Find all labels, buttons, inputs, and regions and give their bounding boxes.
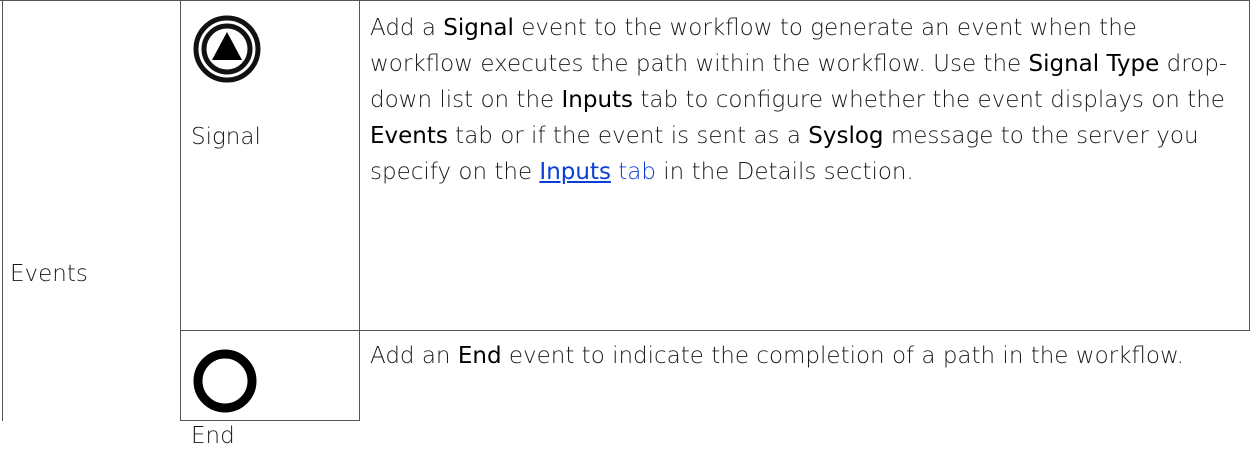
end-description: Add an End event to indicate the complet… [370, 343, 1184, 369]
inputs-tab-link[interactable]: Inputs tab [539, 159, 656, 185]
table-left-border [2, 0, 3, 421]
signal-term: Signal [443, 15, 514, 41]
signal-description: Add a Signal event to the workflow to ge… [370, 15, 1228, 185]
end-term: End [457, 343, 502, 369]
syslog-term: Syslog [808, 123, 884, 149]
inputs-term: Inputs [561, 87, 634, 113]
row-divider [180, 330, 1250, 331]
column-divider-1 [180, 0, 181, 421]
table-top-border [0, 0, 1250, 1]
end-event-icon [190, 346, 260, 416]
signal-label: Signal [191, 124, 261, 150]
end-label: End [191, 423, 235, 449]
events-term: Events [370, 123, 448, 149]
events-table: Events Signal Add a Signal event to the … [0, 0, 1250, 449]
category-label: Events [10, 261, 88, 287]
signal-type-term: Signal Type [1028, 51, 1160, 77]
column-divider-2 [359, 0, 360, 421]
signal-event-icon [193, 15, 261, 83]
